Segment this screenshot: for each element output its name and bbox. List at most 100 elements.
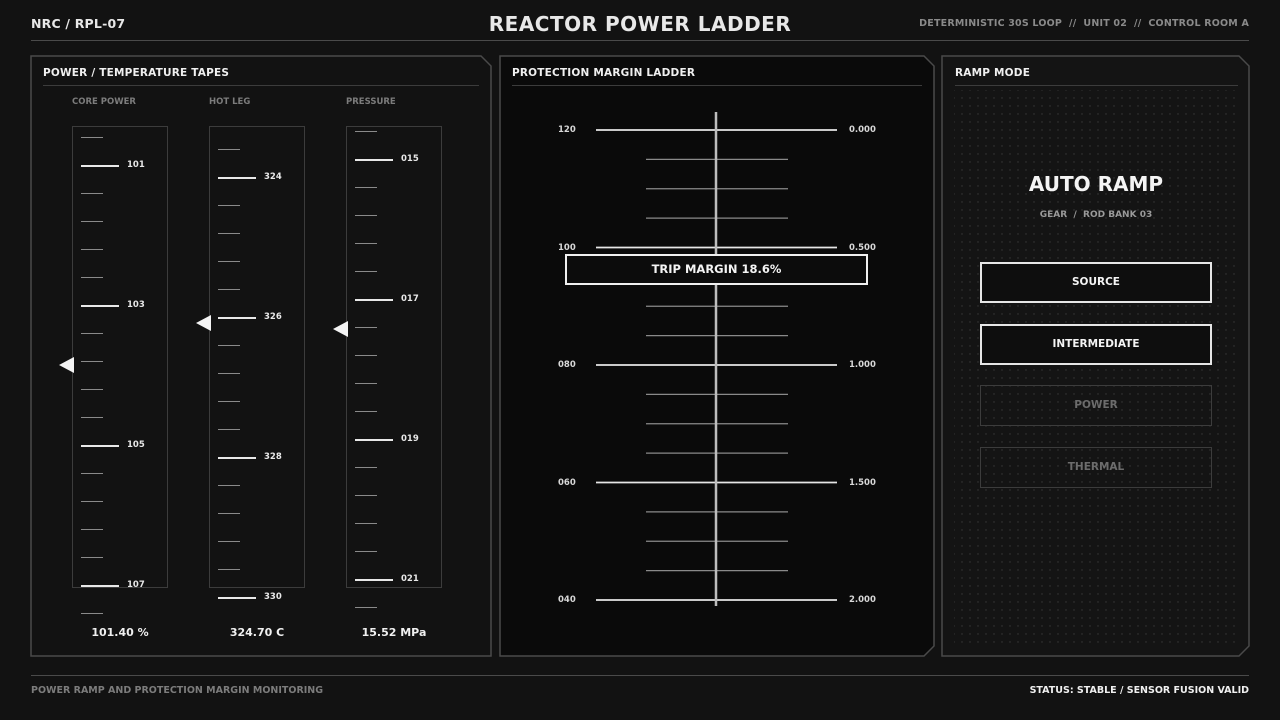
tape-minor-tick [355,243,377,244]
tape-minor-tick [218,541,240,542]
tape-minor-tick [355,271,377,272]
tape-minor-tick [355,495,377,496]
tape-tick-label: 017 [401,294,419,304]
tape-minor-tick [218,261,240,262]
tape-label: HOT LEG [209,97,251,107]
tape-tick-label: 019 [401,434,419,444]
tape-minor-tick [81,361,103,362]
tape-major-tick [218,317,256,319]
tape-minor-tick [81,277,103,278]
tape-major-tick [355,439,393,441]
tape-minor-tick [81,557,103,558]
ramp-mode-value: AUTO RAMP [1028,172,1164,196]
footer-description: POWER RAMP AND PROTECTION MARGIN MONITOR… [31,685,324,696]
tape-minor-tick [81,221,103,222]
ladder-right-label: 0.000 [849,125,876,135]
tape-major-tick [218,597,256,599]
tape-minor-tick [218,345,240,346]
tape-tick-label: 328 [264,452,282,462]
tape-minor-tick [81,389,103,390]
tapes-panel-divider [43,85,479,86]
tape-tick-label: 101 [127,160,145,170]
tape-tick-label: 021 [401,574,419,584]
tape-tick-label: 107 [127,580,145,590]
tape-frame [72,126,168,588]
tape-minor-tick [218,513,240,514]
tape-minor-tick [81,417,103,418]
tape-minor-tick [81,473,103,474]
tape-pointer-icon [59,357,74,374]
tape-minor-tick [81,137,103,138]
tape-readout: 324.70 C [229,626,285,639]
tape-minor-tick [355,187,377,188]
tape-minor-tick [218,401,240,402]
footer-divider [31,675,1249,676]
ramp-panel-divider [955,85,1238,86]
tape-minor-tick [81,613,103,614]
tape-minor-tick [355,607,377,608]
tape-major-tick [355,299,393,301]
tape-minor-tick [81,501,103,502]
ladder-panel-frame [499,55,935,657]
gear-label: GEAR [1039,210,1068,220]
tape-minor-tick [218,485,240,486]
tape-minor-tick [355,215,377,216]
tape-minor-tick [218,149,240,150]
tape-minor-tick [355,523,377,524]
tape-minor-tick [81,249,103,250]
tape-tick-label: 326 [264,312,282,322]
ladder-panel-divider [512,85,922,86]
tape-readout: 101.40 % [91,626,149,639]
tape-label: PRESSURE [346,97,396,107]
tape-minor-tick [355,383,377,384]
gear-value: ROD BANK 03 [1083,210,1153,220]
trip-margin-indicator: TRIP MARGIN 18.6% [565,254,868,285]
tape-minor-tick [218,429,240,430]
tape-tick-label: 324 [264,172,282,182]
tape-minor-tick [218,289,240,290]
tape-major-tick [81,445,119,447]
tape-pointer-icon [196,315,211,332]
tape-minor-tick [81,529,103,530]
tape-major-tick [218,457,256,459]
tape-major-tick [81,305,119,307]
tape-major-tick [355,579,393,581]
tape-label: CORE POWER [72,97,136,107]
tape-minor-tick [355,327,377,328]
tape-minor-tick [81,193,103,194]
tape-major-tick [81,165,119,167]
ladder-left-label: 100 [558,242,576,253]
tape-tick-label: 015 [401,154,419,164]
tape-minor-tick [218,373,240,374]
status-text: STATUS: STABLE / SENSOR FUSION VALID [1029,685,1249,696]
tape-frame [346,126,442,588]
ramp-panel-title: RAMP MODE [955,67,1031,79]
intermediate-mode-button[interactable]: INTERMEDIATE [980,323,1212,365]
tapes-panel-title: POWER / TEMPERATURE TAPES [43,67,230,79]
tape-major-tick [218,177,256,179]
tape-tick-label: 105 [127,440,145,450]
tape-minor-tick [355,411,377,412]
tape-minor-tick [355,355,377,356]
ladder-left-label: 080 [558,360,576,370]
tape-pointer-icon [333,320,348,337]
tape-minor-tick [355,131,377,132]
ladder-right-label: 1.500 [849,477,876,488]
ladder-left-label: 040 [558,595,576,605]
tape-major-tick [355,159,393,161]
gear-separator: / [1070,210,1080,220]
tape-minor-tick [218,205,240,206]
tape-minor-tick [218,233,240,234]
ladder-left-label: 120 [558,125,576,135]
gear-readout: GEAR / ROD BANK 03 [942,210,1250,220]
ladder-panel-title: PROTECTION MARGIN LADDER [512,67,696,79]
tape-tick-label: 103 [127,300,145,310]
tape-minor-tick [218,569,240,570]
tape-minor-tick [355,467,377,468]
source-mode-button[interactable]: SOURCE [980,262,1212,303]
thermal-mode-button[interactable]: THERMAL [980,446,1212,488]
ladder-right-label: 1.000 [849,360,876,370]
tape-frame [209,126,305,588]
power-mode-button[interactable]: POWER [980,385,1212,426]
tape-readout: 15.52 MPa [361,626,427,639]
